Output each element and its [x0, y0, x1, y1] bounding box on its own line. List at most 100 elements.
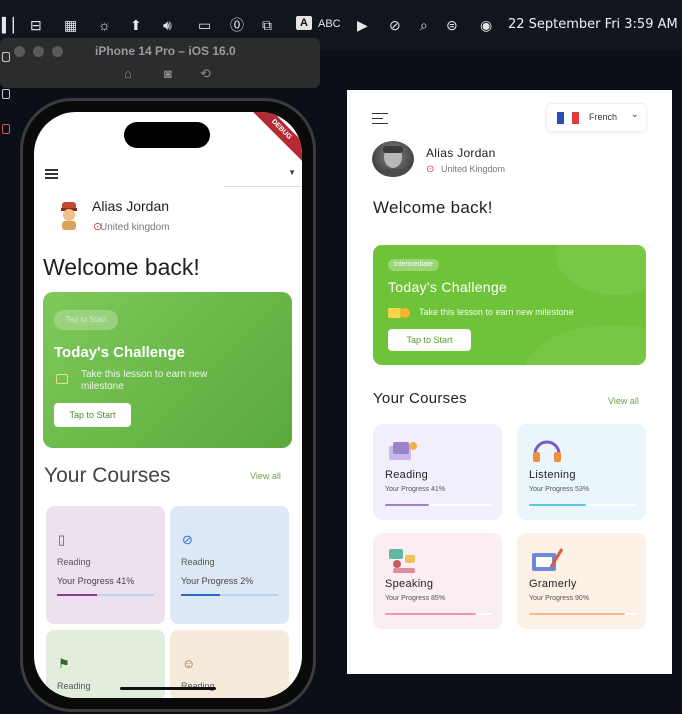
view-all-link[interactable]: View all: [250, 471, 281, 481]
play-icon[interactable]: ▶: [357, 17, 368, 33]
editor-side-strip: [0, 44, 14, 164]
course-progress-label: Your Progress 41%: [57, 576, 135, 586]
user-name: Alias Jordan: [426, 146, 496, 160]
course-card[interactable]: ▯ Reading Your Progress 41%: [46, 506, 165, 624]
level-badge: Intermediate: [388, 259, 439, 271]
chevron-down-icon: ⌄: [630, 109, 639, 120]
course-title: Reading: [385, 469, 429, 481]
zoom-button[interactable]: [52, 46, 63, 57]
course-card[interactable]: Gramerly Your Progress 90%: [517, 533, 646, 629]
ticket-icon: [388, 308, 410, 318]
course-card[interactable]: Listening Your Progress 53%: [517, 424, 646, 520]
course-progress-label: Your Progress 90%: [529, 595, 590, 602]
location-pin-icon: ⊙: [426, 164, 435, 175]
user-name: Alias Jordan: [92, 198, 170, 214]
screenshot-icon[interactable]: ◙: [164, 66, 172, 81]
course-title: Reading: [57, 681, 91, 691]
courses-heading: Your Courses: [44, 464, 171, 487]
simulator-title-bar: iPhone 14 Pro – iOS 16.0 ⌂ ◙ ⟲: [0, 38, 320, 88]
grammar-illustration-icon: [529, 547, 565, 573]
phone-screen: DEBUG ▼ Alias Jordan ⊙ United kingdom We…: [34, 112, 302, 698]
control-center-icon[interactable]: ⊜: [446, 17, 458, 33]
progress-track: [385, 613, 492, 615]
course-title: Gramerly: [529, 578, 577, 590]
ticket-icon: [56, 374, 68, 384]
challenge-title: Today's Challenge: [388, 279, 508, 295]
progress-track: [181, 594, 278, 596]
design-mockup: French ⌄ Alias Jordan ⊙ United Kingdom W…: [347, 90, 672, 674]
brightness-icon[interactable]: ☼: [98, 17, 111, 33]
user-location: United Kingdom: [441, 164, 506, 174]
home-indicator: [120, 687, 216, 690]
course-title: Speaking: [385, 578, 434, 590]
dropdown-arrow-icon: ▼: [288, 168, 296, 177]
toggle-icon[interactable]: ⊟: [30, 17, 42, 33]
window-icon[interactable]: ⧉: [262, 17, 272, 33]
course-progress-label: Your Progress 41%: [385, 486, 446, 493]
language-label: French: [589, 112, 618, 122]
progress-track: [57, 594, 154, 596]
menu-icon[interactable]: [45, 169, 58, 179]
tap-to-start-button[interactable]: Tap to Start: [54, 403, 131, 427]
close-button[interactable]: [14, 46, 25, 57]
course-title: Reading: [181, 557, 215, 567]
france-flag-icon: [557, 112, 579, 124]
panel-icon[interactable]: [2, 52, 10, 62]
upload-icon[interactable]: ⬆: [130, 17, 142, 33]
course-card[interactable]: Speaking Your Progress 85%: [373, 533, 502, 629]
rotate-icon[interactable]: ⟲: [200, 66, 211, 82]
challenge-tag: Tap to Start: [54, 310, 118, 330]
display-icon[interactable]: ▭: [198, 17, 211, 33]
user-location: United kingdom: [100, 222, 170, 233]
progress-track: [529, 504, 636, 506]
course-progress-label: Your Progress 2%: [181, 576, 254, 586]
challenge-title: Today's Challenge: [54, 344, 185, 361]
layout-icon[interactable]: ▦: [64, 17, 77, 33]
course-card[interactable]: Reading Your Progress 41%: [373, 424, 502, 520]
menu-icon[interactable]: [372, 113, 388, 125]
decorative-shape: [556, 245, 646, 295]
iphone-frame: DEBUG ▼ Alias Jordan ⊙ United kingdom We…: [20, 98, 316, 712]
welcome-heading: Welcome back!: [373, 198, 493, 217]
challenge-card[interactable]: Tap to Start Today's Challenge Take this…: [43, 292, 292, 448]
menubar-clock[interactable]: 22 September Fri 3:59 AM: [508, 17, 678, 32]
challenge-description: Take this lesson to earn new milestone: [81, 369, 208, 392]
flag-icon: ⚑: [58, 656, 70, 671]
siri-icon[interactable]: ◉: [480, 17, 492, 33]
course-title: Listening: [529, 469, 576, 481]
home-icon[interactable]: ⌂: [124, 66, 132, 81]
avatar[interactable]: [372, 141, 414, 177]
headphones-illustration-icon: [529, 438, 565, 464]
panel-icon[interactable]: [2, 89, 10, 99]
reading-illustration-icon: [385, 438, 421, 464]
progress-fill: [529, 504, 586, 506]
language-dropdown[interactable]: ▼: [224, 165, 302, 187]
speaking-illustration-icon: [385, 547, 421, 573]
app-menu-icon[interactable]: ▍▏: [2, 17, 24, 33]
course-progress-label: Your Progress 53%: [529, 486, 590, 493]
progress-fill: [57, 594, 97, 596]
debug-banner: DEBUG: [245, 112, 302, 166]
panel-icon[interactable]: [2, 124, 10, 134]
smile-icon: ☺: [182, 656, 196, 671]
no-notifications-icon[interactable]: ⊘: [389, 17, 401, 33]
volume-icon[interactable]: 🔊︎: [163, 17, 172, 33]
course-card[interactable]: ⊘ Reading Your Progress 2%: [170, 506, 289, 624]
tap-to-start-button[interactable]: Tap to Start: [388, 329, 471, 351]
course-progress-label: Your Progress 85%: [385, 595, 446, 602]
progress-fill: [385, 613, 476, 615]
minimize-button[interactable]: [33, 46, 44, 57]
progress-track: [385, 504, 492, 506]
language-selector[interactable]: French ⌄: [547, 104, 646, 131]
avatar[interactable]: [56, 200, 82, 230]
accessibility-icon[interactable]: ⓪: [230, 17, 244, 33]
compass-icon: ⊘: [182, 532, 193, 547]
decorative-shape: [523, 325, 646, 365]
courses-heading: Your Courses: [373, 390, 467, 407]
progress-fill: [181, 594, 220, 596]
view-all-link[interactable]: View all: [608, 396, 639, 406]
input-source-badge[interactable]: A: [296, 16, 312, 30]
course-title: Reading: [57, 557, 91, 567]
search-icon[interactable]: ⌕: [420, 17, 428, 33]
challenge-card[interactable]: Intermediate Today's Challenge Take this…: [373, 245, 646, 365]
